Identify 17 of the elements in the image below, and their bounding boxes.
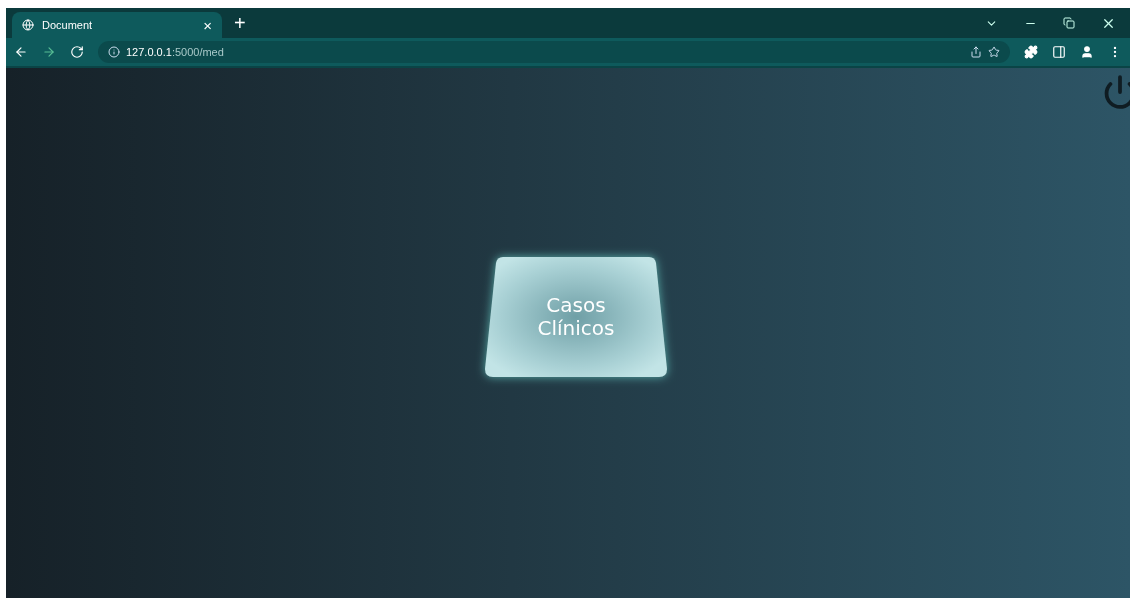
side-panel-icon[interactable] — [1052, 45, 1066, 59]
restore-icon[interactable] — [1063, 17, 1075, 29]
url-text: 127.0.0.1:5000/med — [126, 46, 224, 58]
reload-icon[interactable] — [70, 45, 84, 59]
close-tab-button[interactable]: × — [203, 17, 212, 33]
profile-icon[interactable] — [1080, 45, 1094, 59]
browser-tab[interactable]: Document × — [12, 12, 222, 38]
new-tab-button[interactable]: + — [234, 13, 246, 33]
address-bar[interactable]: 127.0.0.1:5000/med — [98, 41, 1010, 63]
globe-icon — [22, 19, 34, 31]
forward-icon[interactable] — [42, 45, 56, 59]
share-icon[interactable] — [970, 46, 982, 58]
back-icon[interactable] — [14, 45, 28, 59]
puzzle-icon[interactable] — [1024, 45, 1038, 59]
info-icon — [108, 46, 120, 58]
star-icon[interactable] — [988, 46, 1000, 58]
tab-title: Document — [42, 19, 94, 31]
